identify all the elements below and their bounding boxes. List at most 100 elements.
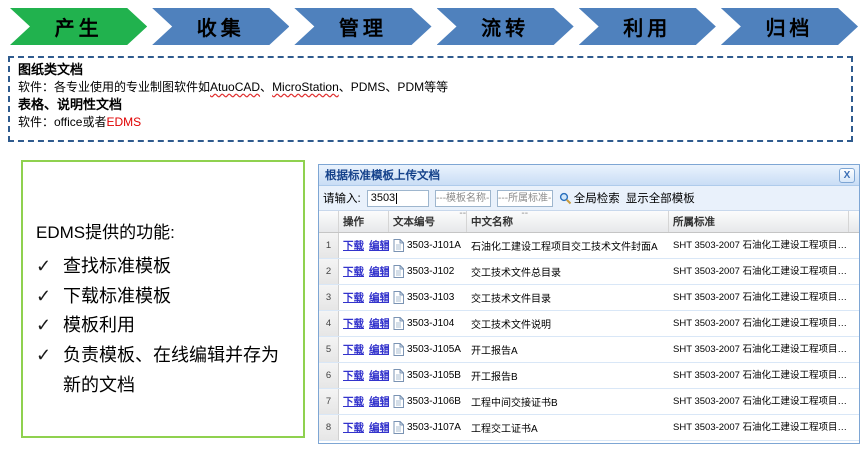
search-toolbar: 请输入: 3503 ---模板名称--- ---所属标准--- 全局检索 显示全… bbox=[319, 186, 859, 211]
row-name: 开工报告B bbox=[467, 363, 669, 388]
document-icon bbox=[393, 395, 404, 408]
standard-combo[interactable]: ---所属标准--- bbox=[497, 190, 553, 207]
row-name: 交工技术文件总目录 bbox=[467, 259, 669, 284]
document-icon bbox=[393, 343, 404, 356]
check-icon: ✓ bbox=[36, 341, 63, 400]
edit-link[interactable]: 编辑 bbox=[369, 342, 389, 357]
row-actions: 下载编辑 bbox=[339, 285, 389, 310]
download-link[interactable]: 下载 bbox=[343, 238, 364, 253]
global-search-button[interactable]: 全局检索 bbox=[559, 190, 620, 206]
search-input-value: 3503 bbox=[371, 192, 395, 204]
row-standard: SHT 3503-2007 石油化工建设工程项目交工... bbox=[669, 311, 859, 336]
row-number: 8 bbox=[319, 415, 339, 440]
check-icon: ✓ bbox=[36, 311, 63, 341]
table-row: 6下载编辑3503-J105B开工报告BSHT 3503-2007 石油化工建设… bbox=[319, 363, 859, 389]
header-cell-std[interactable]: 所属标准 bbox=[669, 211, 849, 232]
row-actions: 下载编辑 bbox=[339, 415, 389, 440]
row-standard: SHT 3503-2007 石油化工建设工程项目交工... bbox=[669, 415, 859, 440]
feature-item: ✓模板利用 bbox=[36, 311, 295, 341]
download-link[interactable]: 下载 bbox=[343, 264, 364, 279]
feature-item: ✓负责模板、在线编辑并存为新的文档 bbox=[36, 341, 295, 400]
edit-link[interactable]: 编辑 bbox=[369, 264, 389, 279]
row-standard: SHT 3503-2007 石油化工建设工程项目交工... bbox=[669, 337, 859, 362]
row-actions: 下载编辑 bbox=[339, 259, 389, 284]
row-code: 3503-J105B bbox=[389, 363, 467, 388]
flow-step-管理: 管理 bbox=[294, 8, 431, 45]
row-number: 1 bbox=[319, 233, 339, 258]
download-link[interactable]: 下载 bbox=[343, 316, 364, 331]
flow-step-收集: 收集 bbox=[152, 8, 289, 45]
table-row: 3下载编辑3503-J103交工技术文件目录SHT 3503-2007 石油化工… bbox=[319, 285, 859, 311]
note-line: 表格、说明性文档 bbox=[18, 96, 841, 114]
document-icon bbox=[393, 265, 404, 278]
row-code-text: 3503-J102 bbox=[407, 266, 454, 277]
feature-item-label: 负责模板、在线编辑并存为新的文档 bbox=[63, 341, 295, 400]
row-actions: 下载编辑 bbox=[339, 389, 389, 414]
row-name: 交工技术文件说明 bbox=[467, 311, 669, 336]
feature-item-label: 下载标准模板 bbox=[63, 282, 171, 312]
row-code-text: 3503-J107A bbox=[407, 422, 461, 433]
search-icon bbox=[559, 192, 572, 205]
edit-link[interactable]: 编辑 bbox=[369, 290, 389, 305]
download-link[interactable]: 下载 bbox=[343, 342, 364, 357]
header-cell-code[interactable]: 文本编号 bbox=[389, 211, 467, 232]
window-titlebar[interactable]: 根据标准模板上传文档 X bbox=[319, 165, 859, 186]
row-name: 石油化工建设工程项目交工技术文件封面A bbox=[467, 233, 669, 258]
feature-item-label: 查找标准模板 bbox=[63, 252, 171, 282]
header-cell-op[interactable]: 操作 bbox=[339, 211, 389, 232]
note-segment: 图纸类文档 bbox=[18, 62, 83, 77]
row-actions: 下载编辑 bbox=[339, 311, 389, 336]
download-link[interactable]: 下载 bbox=[343, 290, 364, 305]
flow-step-归档: 归档 bbox=[721, 8, 858, 45]
note-segment: EDMS bbox=[106, 115, 141, 129]
row-code: 3503-J104 bbox=[389, 311, 467, 336]
row-code-text: 3503-J105A bbox=[407, 344, 461, 355]
download-link[interactable]: 下载 bbox=[343, 368, 364, 383]
row-number: 4 bbox=[319, 311, 339, 336]
row-code-text: 3503-J103 bbox=[407, 292, 454, 303]
download-link[interactable]: 下载 bbox=[343, 420, 364, 435]
row-standard: SHT 3503-2007 石油化工建设工程项目交工... bbox=[669, 233, 859, 258]
show-all-button[interactable]: 显示全部模板 bbox=[626, 190, 695, 206]
document-icon bbox=[393, 239, 404, 252]
close-icon[interactable]: X bbox=[839, 168, 855, 183]
document-icon bbox=[393, 421, 404, 434]
row-name: 工程交工证书A bbox=[467, 415, 669, 440]
row-code: 3503-J103 bbox=[389, 285, 467, 310]
table-row: 7下载编辑3503-J106B工程中间交接证书BSHT 3503-2007 石油… bbox=[319, 389, 859, 415]
edit-link[interactable]: 编辑 bbox=[369, 420, 389, 435]
template-name-combo[interactable]: ---模板名称--- bbox=[435, 190, 491, 207]
table-row: 8下载编辑3503-J107A工程交工证书ASHT 3503-2007 石油化工… bbox=[319, 415, 859, 441]
header-cell-name[interactable]: 中文名称 bbox=[467, 211, 669, 232]
note-line: 图纸类文档 bbox=[18, 61, 841, 79]
table-header: 操作文本编号中文名称所属标准 bbox=[319, 211, 859, 233]
document-icon bbox=[393, 291, 404, 304]
features-title: EDMS提供的功能: bbox=[36, 218, 295, 243]
row-code: 3503-J106B bbox=[389, 389, 467, 414]
table-row: 2下载编辑3503-J102交工技术文件总目录SHT 3503-2007 石油化… bbox=[319, 259, 859, 285]
table-row: 5 下载编辑 3503-J105A 开工报告ASHT 3503-2007 石油化工建设… bbox=[319, 337, 859, 363]
row-name: 交工技术文件目录 bbox=[467, 285, 669, 310]
edit-link[interactable]: 编辑 bbox=[369, 394, 389, 409]
edit-link[interactable]: 编辑 bbox=[369, 238, 389, 253]
window-title: 根据标准模板上传文档 bbox=[325, 167, 839, 183]
row-number: 6 bbox=[319, 363, 339, 388]
note-segment: 软件：各专业使用的专业制图软件如 bbox=[18, 80, 210, 94]
check-icon: ✓ bbox=[36, 252, 63, 282]
download-link[interactable]: 下载 bbox=[343, 394, 364, 409]
search-input[interactable]: 3503 bbox=[367, 190, 429, 207]
row-code-text: 3503-J104 bbox=[407, 318, 454, 329]
flow-step-流转: 流转 bbox=[437, 8, 574, 45]
row-standard: SHT 3503-2007 石油化工建设工程项目交工... bbox=[669, 363, 859, 388]
note-segment: 表格、说明性文档 bbox=[18, 97, 122, 112]
slide-canvas: 产生收集管理流转利用归档 图纸类文档软件：各专业使用的专业制图软件如AtuoCA… bbox=[0, 0, 864, 466]
row-number: 5 bbox=[319, 337, 339, 362]
edit-link[interactable]: 编辑 bbox=[369, 368, 389, 383]
flow-step-产生: 产生 bbox=[10, 8, 147, 45]
row-code: 3503-J105A bbox=[389, 337, 467, 362]
note-segment: 、 bbox=[260, 80, 272, 94]
row-actions: 下载编辑 bbox=[339, 363, 389, 388]
row-name: 开工报告A bbox=[467, 337, 669, 362]
edit-link[interactable]: 编辑 bbox=[369, 316, 389, 331]
edms-features-box: EDMS提供的功能: ✓查找标准模板✓下载标准模板✓模板利用✓负责模板、在线编辑… bbox=[21, 160, 305, 438]
